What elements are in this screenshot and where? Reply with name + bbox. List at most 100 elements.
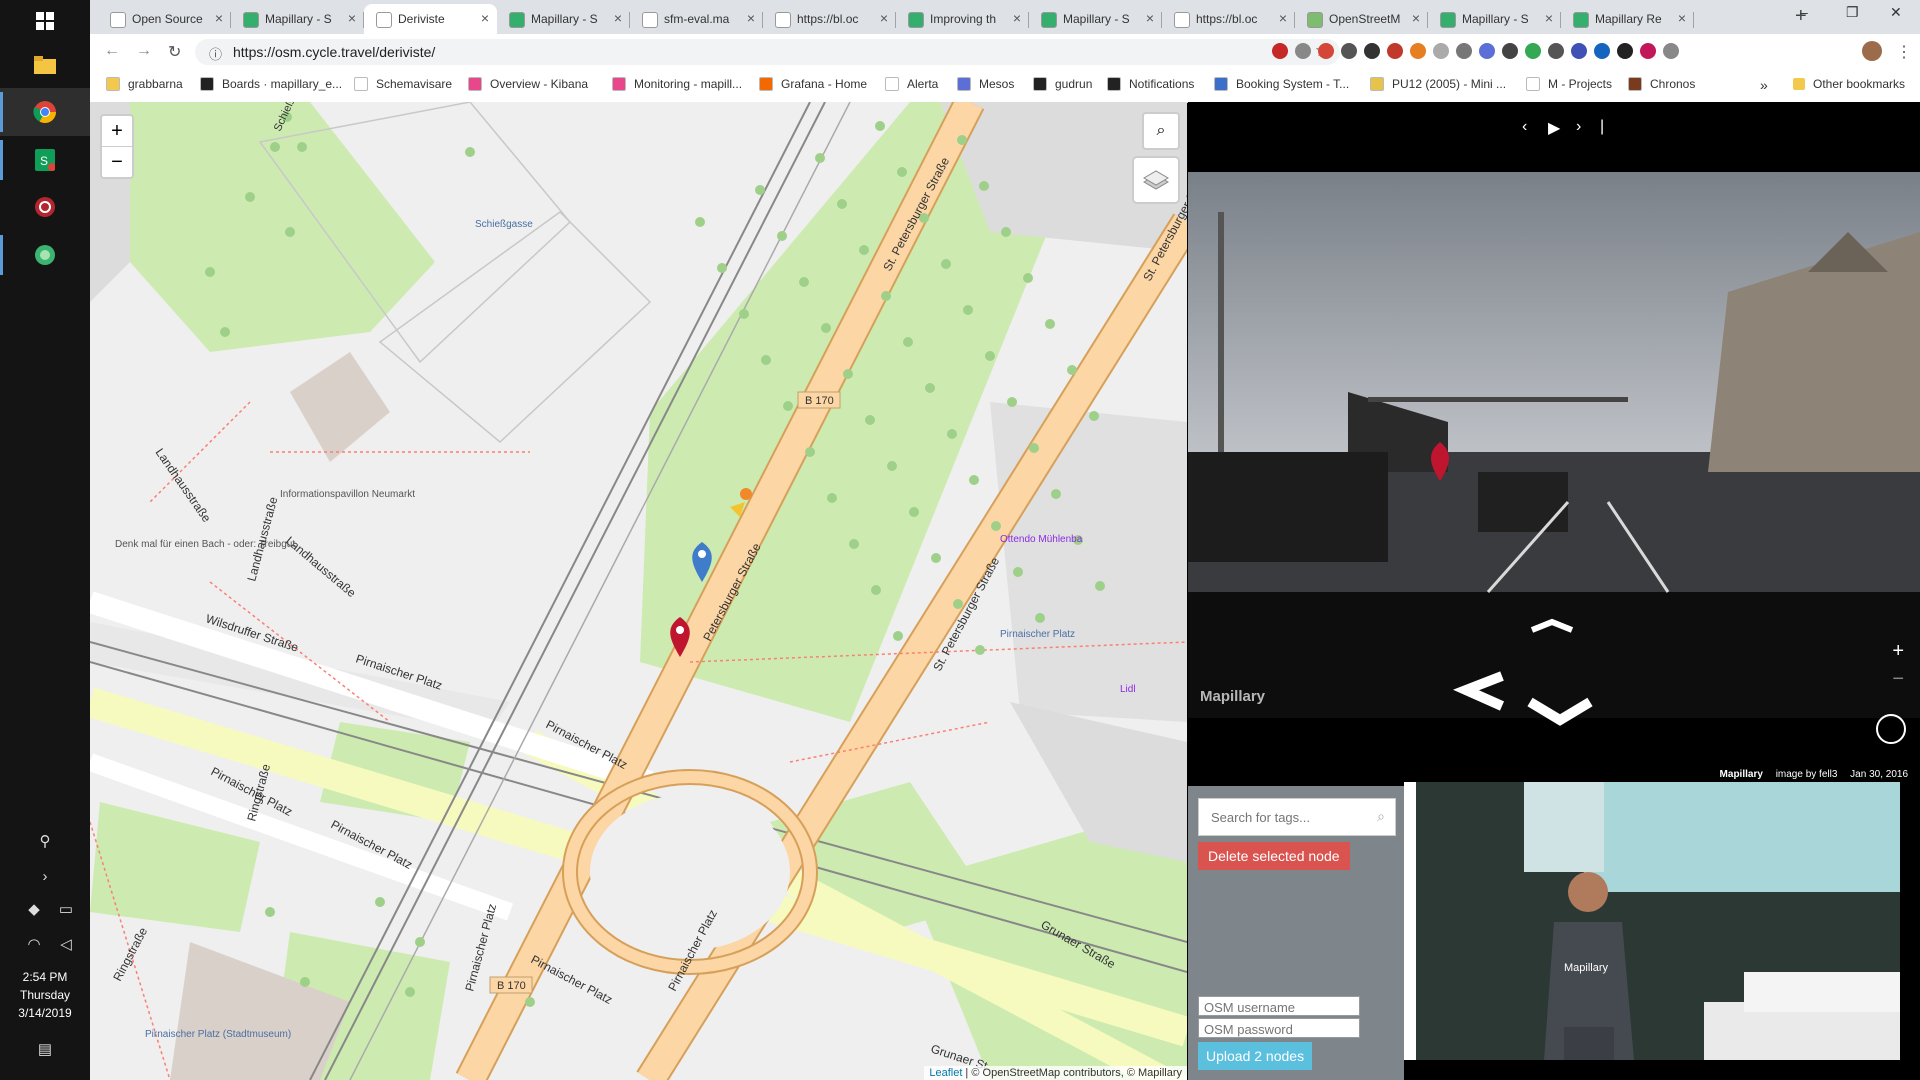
system-clock[interactable]: 2:54 PM Thursday 3/14/2019 [0, 968, 90, 1022]
browser-tab[interactable]: Mapillary - S × [1428, 4, 1561, 34]
browser-tab[interactable]: https://bl.oc × [1162, 4, 1295, 34]
stop-icon[interactable]: | [1600, 118, 1604, 136]
extension-icon[interactable] [1640, 43, 1656, 59]
windows-start-icon[interactable] [28, 4, 62, 38]
bookmark-item[interactable]: Boards · mapillary_e... [200, 77, 342, 91]
extension-icon[interactable] [1433, 43, 1449, 59]
close-tab-icon[interactable]: × [747, 10, 755, 26]
close-tab-icon[interactable]: × [1412, 10, 1420, 26]
delete-selected-node-button[interactable]: Delete selected node [1198, 842, 1350, 870]
address-url[interactable]: https://osm.cycle.travel/deriviste/ [233, 44, 435, 60]
browser-tab[interactable]: OpenStreetM × [1295, 4, 1428, 34]
close-tab-icon[interactable]: × [1545, 10, 1553, 26]
battery-icon[interactable]: ▭ [56, 900, 76, 918]
extension-icon[interactable] [1318, 43, 1334, 59]
upload-nodes-button[interactable]: Upload 2 nodes [1198, 1042, 1313, 1070]
profile-avatar[interactable] [1862, 41, 1882, 61]
map-search-icon[interactable]: ⌕ [1142, 112, 1180, 150]
viewer-zoom-in-button[interactable]: + [1892, 640, 1904, 663]
extension-icon[interactable] [1502, 43, 1518, 59]
image-author[interactable]: image by fell3 [1776, 769, 1838, 780]
bookmark-item[interactable]: Chronos [1628, 77, 1695, 91]
more-bookmarks-button[interactable]: » [1760, 77, 1768, 93]
close-tab-icon[interactable]: × [481, 10, 489, 26]
bookmark-item[interactable]: Notifications [1107, 77, 1194, 91]
browser-tab[interactable]: Deriviste × [364, 4, 497, 34]
extension-icon[interactable] [1295, 43, 1311, 59]
menu-icon[interactable]: ⋮ [1896, 42, 1912, 62]
tag-search-input[interactable] [1209, 809, 1363, 826]
wifi-icon[interactable]: ◠ [24, 935, 44, 953]
extension-icon[interactable] [1617, 43, 1633, 59]
chrome-icon[interactable] [28, 95, 62, 129]
osm-password-field[interactable] [1198, 1018, 1360, 1038]
map-zoom-in-button[interactable]: + [102, 116, 132, 147]
bookmark-item[interactable]: Monitoring - mapill... [612, 77, 742, 91]
browser-tab[interactable]: Mapillary Re × [1561, 4, 1694, 34]
bookmark-item[interactable]: Grafana - Home [759, 77, 867, 91]
site-info-icon[interactable]: ⓘ [209, 44, 222, 63]
notifications-icon[interactable]: ▤ [28, 1040, 62, 1058]
osm-password-input[interactable] [1202, 1021, 1360, 1038]
layers-icon[interactable] [1132, 156, 1180, 204]
map-zoom-out-button[interactable]: − [102, 147, 132, 177]
back-icon[interactable]: ← [104, 42, 120, 60]
map-tiles[interactable]: St. Petersburger Straße Petersburger Str… [90, 102, 1187, 1080]
browser-tab[interactable]: Open Source × [98, 4, 231, 34]
browser-tab[interactable]: Mapillary - S × [497, 4, 630, 34]
viewer-zoom-out-button[interactable]: − [1892, 668, 1904, 691]
bookmark-item[interactable]: Alerta [885, 77, 938, 91]
reload-icon[interactable]: ↻ [168, 42, 181, 62]
close-tab-icon[interactable]: × [1013, 10, 1021, 26]
nav-left-icon[interactable] [1452, 671, 1505, 711]
bookmark-item[interactable]: Mesos [957, 77, 1014, 91]
mapillary-footer-brand[interactable]: Mapillary [1720, 769, 1763, 780]
browser-tab[interactable]: Improving th × [896, 4, 1029, 34]
bookmark-item[interactable]: grabbarna [106, 77, 183, 91]
file-explorer-icon[interactable] [28, 48, 62, 82]
extension-icon[interactable] [1341, 43, 1357, 59]
close-tab-icon[interactable]: × [215, 10, 223, 26]
extension-icon[interactable] [1479, 43, 1495, 59]
address-bar[interactable]: ⓘ https://osm.cycle.travel/deriviste/ ☆ [195, 39, 1340, 65]
minimize-icon[interactable]: – [1800, 4, 1808, 20]
osm-username-input[interactable] [1202, 999, 1360, 1016]
bookmark-item[interactable]: gudrun [1033, 77, 1092, 91]
tag-search-box[interactable]: ⌕ [1198, 798, 1396, 836]
close-tab-icon[interactable]: × [1146, 10, 1154, 26]
nav-forward-icon[interactable] [1530, 618, 1574, 633]
extension-icon[interactable] [1364, 43, 1380, 59]
close-tab-icon[interactable]: × [880, 10, 888, 26]
browser-tab[interactable]: sfm-eval.ma × [630, 4, 763, 34]
extension-icon[interactable] [1387, 43, 1403, 59]
close-tab-icon[interactable]: × [348, 10, 356, 26]
extension-icon[interactable] [1548, 43, 1564, 59]
leaflet-map[interactable]: St. Petersburger Straße Petersburger Str… [90, 102, 1187, 1080]
prev-sequence-icon[interactable]: ‹ [1522, 118, 1527, 136]
app-red-icon[interactable] [28, 190, 62, 224]
chevron-right-icon[interactable]: › [28, 868, 62, 885]
close-tab-icon[interactable]: × [614, 10, 622, 26]
close-window-icon[interactable]: ✕ [1890, 4, 1902, 21]
dropbox-icon[interactable]: ◆ [24, 900, 44, 918]
extension-icon[interactable] [1663, 43, 1679, 59]
extension-icon[interactable] [1456, 43, 1472, 59]
forward-icon[interactable]: → [136, 42, 152, 60]
extension-icon[interactable] [1594, 43, 1610, 59]
compass-icon[interactable] [1876, 714, 1906, 744]
volume-icon[interactable]: ◁ [56, 935, 76, 953]
sheets-icon[interactable]: S [28, 143, 62, 177]
mapillary-viewer[interactable]: ‹ ▶ › | Mapillary + − Mapillary image by… [1188, 102, 1920, 786]
people-icon[interactable]: ⚲ [28, 832, 62, 850]
bookmark-item[interactable]: M - Projects [1526, 77, 1612, 91]
close-tab-icon[interactable]: × [1678, 10, 1686, 26]
osm-username-field[interactable] [1198, 996, 1360, 1016]
leaflet-link[interactable]: Leaflet [929, 1067, 962, 1079]
bookmark-item[interactable]: Overview - Kibana [468, 77, 588, 91]
bookmark-item[interactable]: Schemavisare [354, 77, 452, 91]
other-bookmarks[interactable]: Other bookmarks [1793, 77, 1905, 91]
browser-tab[interactable]: https://bl.oc × [763, 4, 896, 34]
extension-icon[interactable] [1525, 43, 1541, 59]
bookmark-item[interactable]: Booking System - T... [1214, 77, 1349, 91]
nav-back-icon[interactable] [1527, 697, 1593, 726]
